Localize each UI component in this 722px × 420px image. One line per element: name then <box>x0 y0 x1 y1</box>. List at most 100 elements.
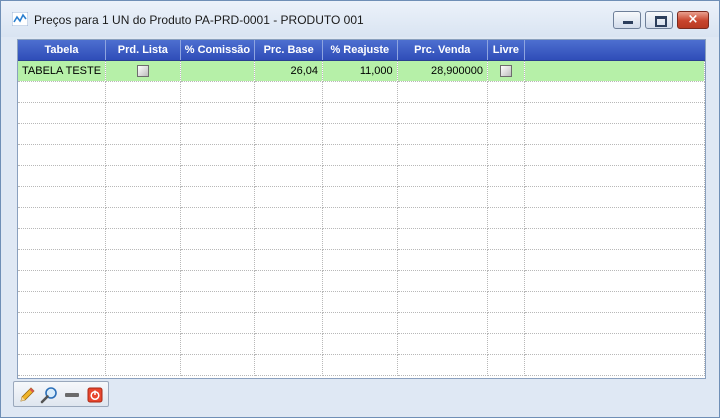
table-cell[interactable] <box>105 102 181 124</box>
table-cell[interactable] <box>105 333 181 355</box>
table-cell[interactable] <box>180 228 256 250</box>
table-cell[interactable] <box>105 291 181 313</box>
table-cell[interactable] <box>397 186 488 208</box>
power-icon[interactable] <box>85 385 105 405</box>
table-cell[interactable] <box>397 291 488 313</box>
table-row[interactable] <box>18 228 705 250</box>
table-cell[interactable] <box>322 165 398 187</box>
table-cell[interactable] <box>180 186 256 208</box>
table-cell[interactable] <box>254 291 323 313</box>
table-cell[interactable] <box>322 312 398 334</box>
table-cell[interactable] <box>397 249 488 271</box>
table-cell[interactable] <box>254 186 323 208</box>
table-cell[interactable] <box>18 333 107 355</box>
table-cell[interactable] <box>487 165 525 187</box>
table-cell[interactable] <box>397 270 488 292</box>
minus-icon[interactable] <box>62 385 82 405</box>
table-row[interactable] <box>18 354 705 376</box>
table-cell[interactable] <box>322 81 398 103</box>
table-row[interactable] <box>18 144 705 166</box>
table-cell[interactable] <box>322 123 398 145</box>
table-cell[interactable] <box>18 186 107 208</box>
table-cell[interactable] <box>18 312 107 334</box>
table-cell[interactable] <box>487 123 525 145</box>
cell-reajuste[interactable]: 11,000 <box>322 60 398 82</box>
col-header-comissao[interactable]: % Comissão <box>180 40 256 61</box>
col-header-livre[interactable]: Livre <box>487 40 525 61</box>
table-row[interactable]: TABELA TESTE 26,04 11,000 28,900000 <box>18 60 705 82</box>
minimize-button[interactable] <box>613 11 641 29</box>
table-cell[interactable] <box>180 249 256 271</box>
table-cell[interactable] <box>254 144 323 166</box>
table-cell[interactable] <box>18 249 107 271</box>
table-cell[interactable] <box>180 165 256 187</box>
table-cell[interactable] <box>397 81 488 103</box>
table-cell[interactable] <box>18 123 107 145</box>
table-cell[interactable] <box>487 312 525 334</box>
table-cell[interactable] <box>105 186 181 208</box>
col-header-prc-venda[interactable]: Prc. Venda <box>397 40 488 61</box>
col-header-prd-lista[interactable]: Prd. Lista <box>105 40 181 61</box>
table-row[interactable] <box>18 207 705 229</box>
table-cell[interactable] <box>105 123 181 145</box>
table-cell[interactable] <box>397 207 488 229</box>
table-cell[interactable] <box>18 228 107 250</box>
table-cell[interactable] <box>487 186 525 208</box>
table-cell[interactable] <box>487 249 525 271</box>
cell-livre[interactable] <box>487 60 525 82</box>
table-row[interactable] <box>18 270 705 292</box>
table-cell[interactable] <box>18 144 107 166</box>
table-cell[interactable] <box>105 144 181 166</box>
maximize-button[interactable] <box>645 11 673 29</box>
table-cell[interactable] <box>322 249 398 271</box>
table-cell[interactable] <box>105 312 181 334</box>
price-grid[interactable]: Tabela Prd. Lista % Comissão Prc. Base %… <box>17 39 706 379</box>
table-row[interactable] <box>18 249 705 271</box>
table-cell[interactable] <box>397 228 488 250</box>
table-cell[interactable] <box>254 102 323 124</box>
table-cell[interactable] <box>105 354 181 376</box>
table-cell[interactable] <box>254 270 323 292</box>
table-cell[interactable] <box>254 165 323 187</box>
table-cell[interactable] <box>180 270 256 292</box>
table-cell[interactable] <box>322 186 398 208</box>
table-cell[interactable] <box>105 228 181 250</box>
pencil-icon[interactable] <box>17 385 37 405</box>
table-cell[interactable] <box>180 144 256 166</box>
table-cell[interactable] <box>105 270 181 292</box>
col-header-tabela[interactable]: Tabela <box>18 40 107 61</box>
table-cell[interactable] <box>254 354 323 376</box>
table-cell[interactable] <box>180 81 256 103</box>
table-cell[interactable] <box>254 312 323 334</box>
table-cell[interactable] <box>322 291 398 313</box>
table-cell[interactable] <box>254 207 323 229</box>
cell-prc-base[interactable]: 26,04 <box>254 60 323 82</box>
table-cell[interactable] <box>180 207 256 229</box>
table-cell[interactable] <box>180 312 256 334</box>
table-row[interactable] <box>18 123 705 145</box>
cell-prc-venda[interactable]: 28,900000 <box>397 60 488 82</box>
close-button[interactable]: × <box>677 11 709 29</box>
table-cell[interactable] <box>254 249 323 271</box>
table-cell[interactable] <box>487 291 525 313</box>
table-row[interactable] <box>18 102 705 124</box>
table-cell[interactable] <box>487 144 525 166</box>
table-cell[interactable] <box>254 333 323 355</box>
col-header-reajuste[interactable]: % Reajuste <box>322 40 398 61</box>
table-row[interactable] <box>18 333 705 355</box>
table-cell[interactable] <box>18 165 107 187</box>
table-cell[interactable] <box>487 207 525 229</box>
table-cell[interactable] <box>487 102 525 124</box>
table-cell[interactable] <box>322 228 398 250</box>
table-cell[interactable] <box>254 228 323 250</box>
table-cell[interactable] <box>487 81 525 103</box>
table-cell[interactable] <box>180 354 256 376</box>
table-cell[interactable] <box>397 165 488 187</box>
table-cell[interactable] <box>180 291 256 313</box>
table-cell[interactable] <box>487 270 525 292</box>
table-cell[interactable] <box>180 102 256 124</box>
table-cell[interactable] <box>105 81 181 103</box>
table-cell[interactable] <box>322 333 398 355</box>
table-cell[interactable] <box>397 102 488 124</box>
prd-lista-checkbox[interactable] <box>136 65 149 78</box>
